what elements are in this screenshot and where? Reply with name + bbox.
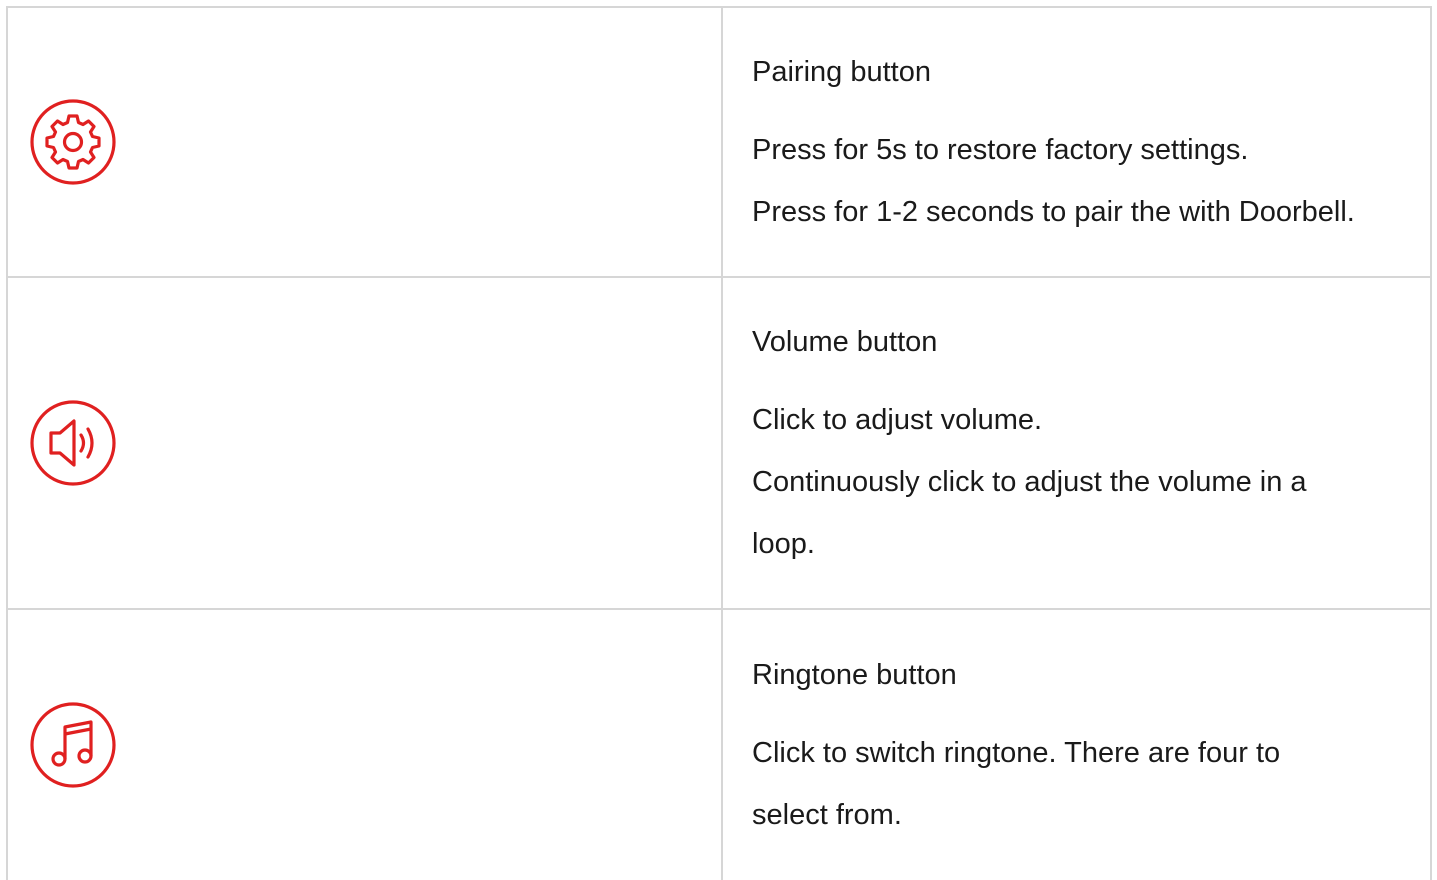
description-line: Press for 5s to restore factory settings… — [752, 134, 1249, 166]
row-title: Volume button — [752, 326, 938, 358]
table-row: Volume button Click to adjust volume. Co… — [6, 276, 1432, 610]
icon-cell — [6, 608, 723, 880]
description-line: select from. — [752, 799, 902, 831]
icon-cell — [6, 276, 723, 610]
button-guide-table: Pairing button Press for 5s to restore f… — [6, 6, 1432, 880]
description-cell: Volume button Click to adjust volume. Co… — [721, 276, 1432, 610]
description-block: Ringtone button Click to switch ringtone… — [752, 644, 1422, 846]
description-line: loop. — [752, 528, 815, 560]
description-block: Pairing button Press for 5s to restore f… — [752, 41, 1422, 243]
table-row: Pairing button Press for 5s to restore f… — [6, 6, 1432, 278]
description-line: Click to adjust volume. — [752, 404, 1043, 436]
description-line: Continuously click to adjust the volume … — [752, 466, 1307, 498]
row-title: Pairing button — [752, 56, 931, 88]
description-cell: Pairing button Press for 5s to restore f… — [721, 6, 1432, 278]
table-row: Ringtone button Click to switch ringtone… — [6, 608, 1432, 880]
row-title: Ringtone button — [752, 659, 957, 691]
description-line: Press for 1-2 seconds to pair the with D… — [752, 196, 1355, 228]
icon-cell — [6, 6, 723, 278]
description-cell: Ringtone button Click to switch ringtone… — [721, 608, 1432, 880]
speaker-icon — [29, 399, 117, 487]
music-note-icon — [29, 701, 117, 789]
description-block: Volume button Click to adjust volume. Co… — [752, 311, 1422, 575]
button-guide-table-wrapper: Pairing button Press for 5s to restore f… — [0, 0, 1437, 880]
description-line: Click to switch ringtone. There are four… — [752, 737, 1281, 769]
gear-icon — [29, 98, 117, 186]
